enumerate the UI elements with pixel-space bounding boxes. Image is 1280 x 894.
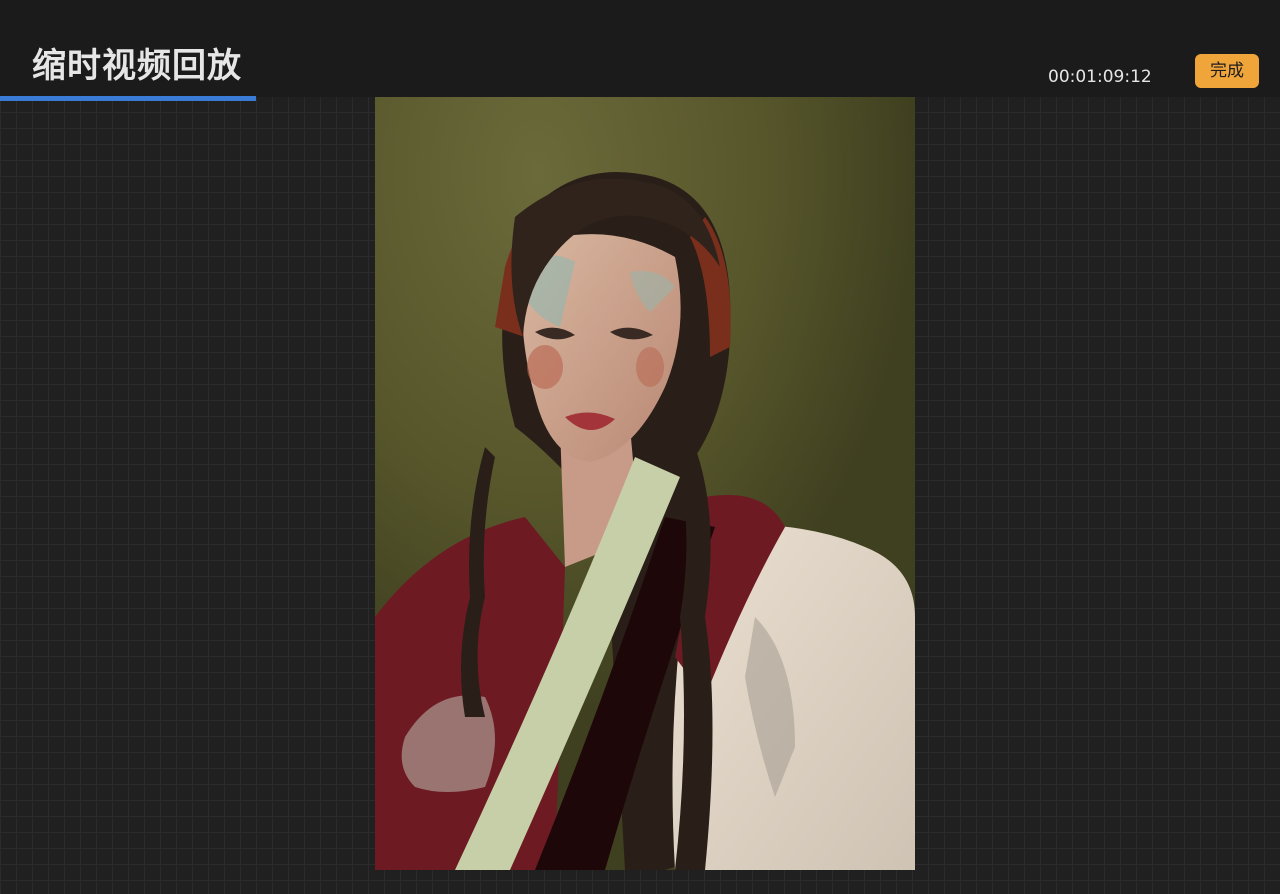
page-title: 缩时视频回放 <box>32 46 242 86</box>
top-bar: 缩时视频回放 00:01:09:12 完成 <box>0 0 1280 97</box>
done-button[interactable]: 完成 <box>1195 54 1259 88</box>
playback-timecode: 00:01:09:12 <box>1048 67 1152 87</box>
portrait-painting <box>375 97 915 870</box>
painting-canvas[interactable] <box>375 97 915 870</box>
playback-progress-fill <box>0 96 256 101</box>
timelapse-replay-screen: 缩时视频回放 00:01:09:12 完成 <box>0 0 1280 894</box>
